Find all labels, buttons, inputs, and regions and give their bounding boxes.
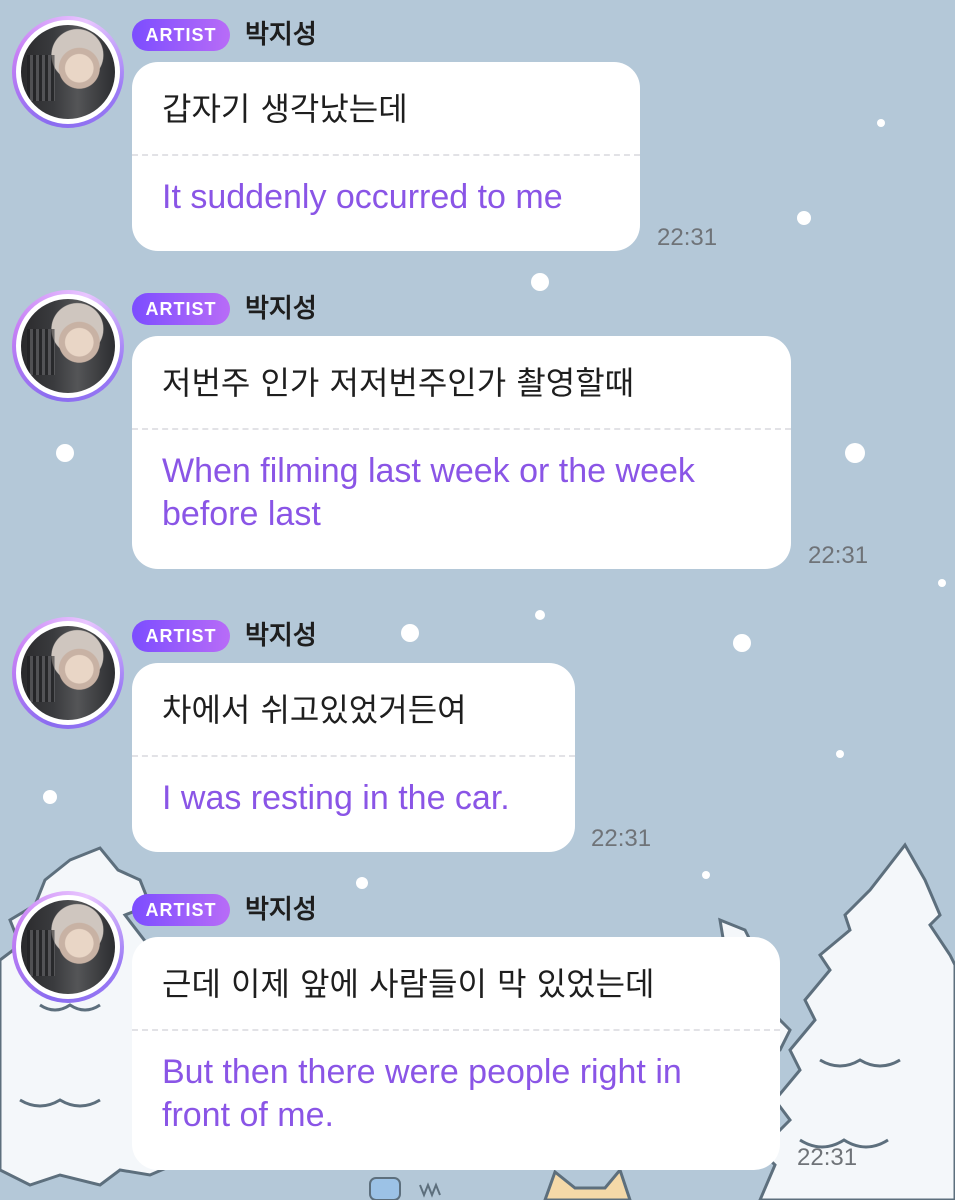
profile-photo [21,626,115,720]
translation-divider [132,1029,780,1031]
cat-ears [543,1166,632,1200]
figure-bottom [369,1177,441,1200]
message-bubble[interactable]: 갑자기 생각났는데 It suddenly occurred to me [132,62,640,251]
message-korean: 근데 이제 앞에 사람들이 막 있었는데 [162,965,655,1003]
message-korean: 차에서 쉬고있었거든여 [162,691,467,729]
message-time: 22:31 [657,224,718,251]
message-korean: 갑자기 생각났는데 [162,90,408,128]
sender-name: 박지성 [245,20,317,50]
sender-name: 박지성 [245,621,317,651]
profile-photo [21,900,115,994]
artist-badge: ARTIST [132,19,230,51]
artist-badge: ARTIST [132,293,230,325]
profile-photo [21,299,115,393]
message-translation: When filming last week or the week befor… [162,452,695,533]
avatar[interactable] [12,617,124,729]
artist-badge: ARTIST [132,894,230,926]
message-bubble[interactable]: 근데 이제 앞에 사람들이 막 있었는데 But then there were… [132,937,780,1170]
artist-badge: ARTIST [132,620,230,652]
sender-name: 박지성 [245,294,317,324]
avatar[interactable] [12,290,124,402]
message-time: 22:31 [591,825,652,852]
sender-name: 박지성 [245,895,317,925]
message-translation: It suddenly occurred to me [162,178,563,216]
message-korean: 저번주 인가 저저번주인가 촬영할때 [162,364,635,402]
avatar[interactable] [12,891,124,1003]
translation-divider [132,755,575,757]
message-time: 22:31 [808,542,869,569]
message-translation: I was resting in the car. [162,779,510,817]
message-bubble[interactable]: 차에서 쉬고있었거든여 I was resting in the car. [132,663,575,852]
translation-divider [132,154,640,156]
profile-photo [21,25,115,119]
avatar[interactable] [12,16,124,128]
message-bubble[interactable]: 저번주 인가 저저번주인가 촬영할때 When filming last wee… [132,336,791,569]
message-time: 22:31 [797,1144,858,1171]
message-translation: But then there were people right in fron… [162,1053,682,1134]
translation-divider [132,428,791,430]
